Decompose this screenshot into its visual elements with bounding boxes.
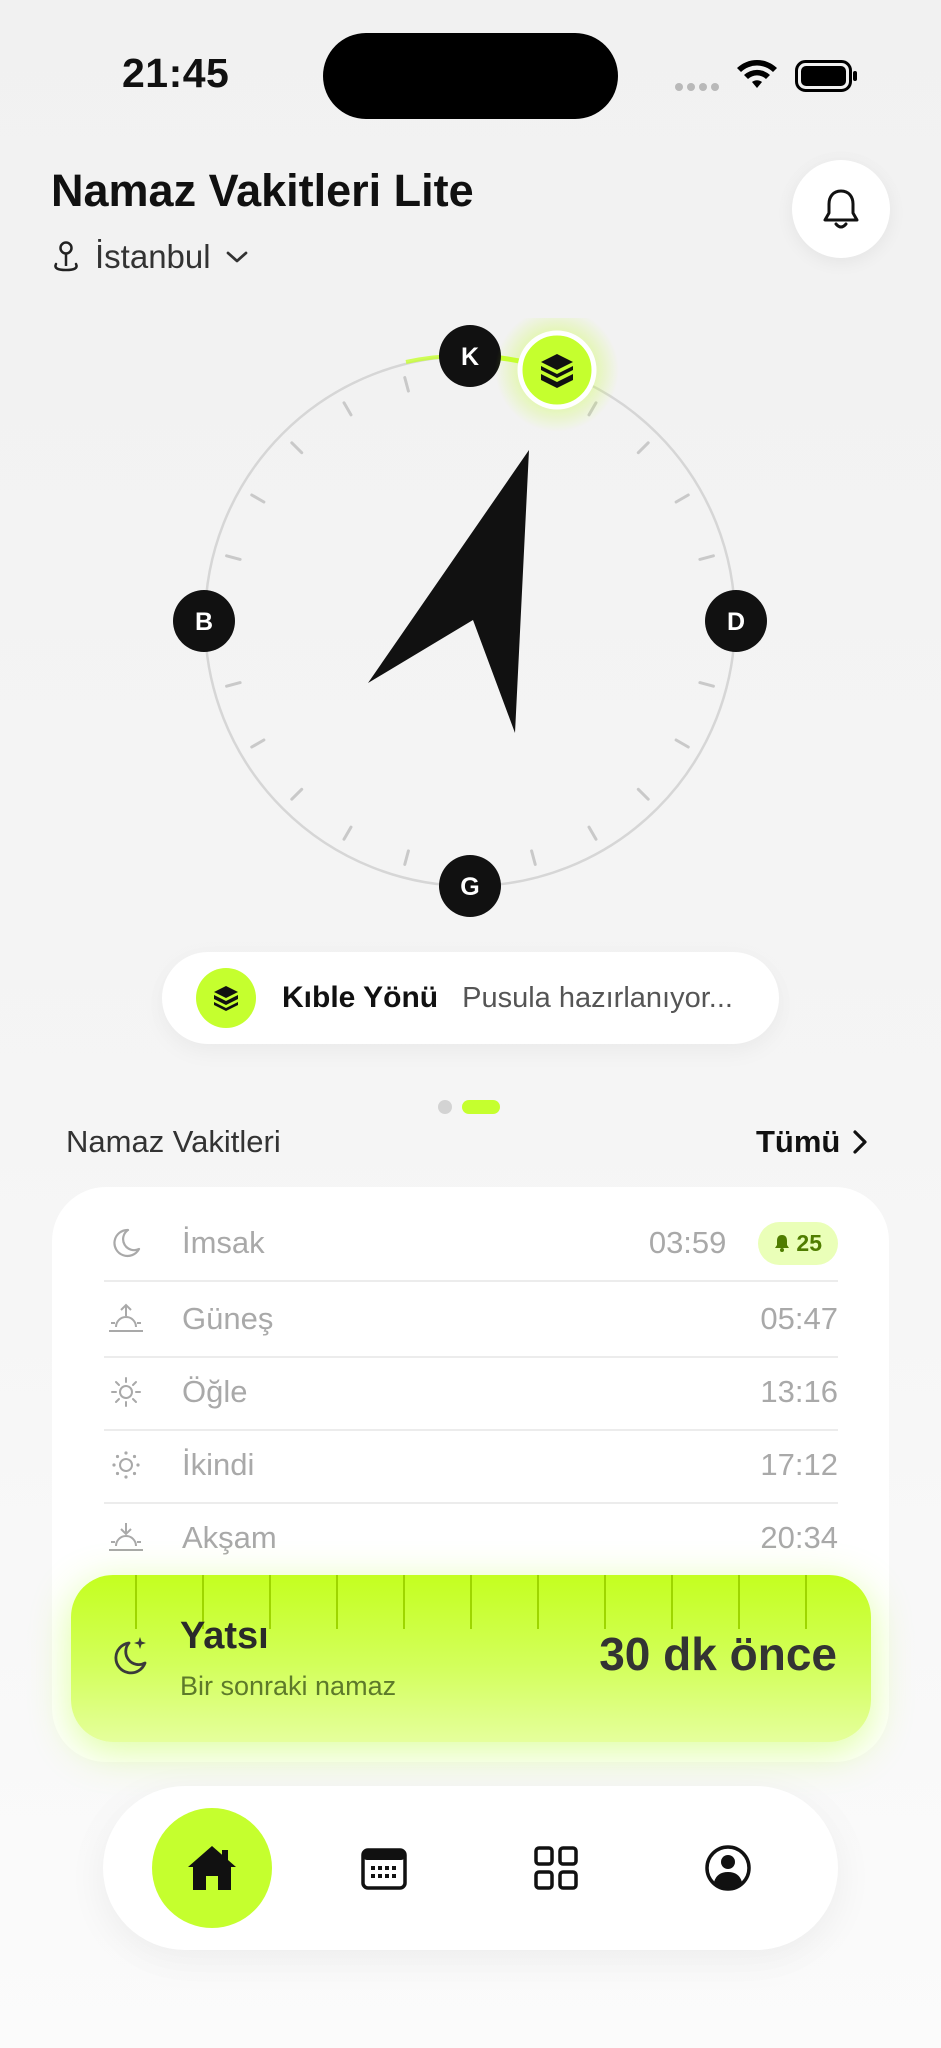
compass-tick <box>636 441 650 455</box>
location-pin-icon <box>54 241 78 272</box>
next-prayer-name: Yatsı <box>180 1615 269 1657</box>
bell-small-icon <box>775 1235 790 1252</box>
prayer-row-gunes[interactable]: Güneş 05:47 <box>104 1282 838 1358</box>
qibla-status-pill: Kıble Yönü Pusula hazırlanıyor... <box>162 952 779 1044</box>
tab-calendar[interactable] <box>324 1808 444 1928</box>
compass-tick <box>403 849 410 866</box>
app-title: Namaz Vakitleri Lite <box>51 165 474 216</box>
page-dot[interactable] <box>438 1100 452 1114</box>
next-prayer-card[interactable]: Yatsı Bir sonraki namaz 30 dk önce <box>71 1575 871 1742</box>
qibla-compass: K G D B <box>173 318 767 917</box>
compass-tick <box>290 441 304 455</box>
kaaba-icon <box>495 318 619 432</box>
compass-tick <box>403 376 410 393</box>
compass-tick <box>698 554 715 561</box>
compass-tick <box>250 493 266 504</box>
dynamic-island <box>323 33 618 119</box>
tab-home[interactable] <box>152 1808 272 1928</box>
qibla-label: Kıble Yönü <box>282 981 439 1014</box>
direction-west: B <box>173 590 235 652</box>
see-all-link[interactable]: Tümü <box>756 1124 868 1160</box>
compass-tick <box>530 849 537 866</box>
prayer-row-imsak[interactable]: İmsak 03:59 25 <box>104 1206 838 1282</box>
sun-icon <box>104 1374 148 1410</box>
signal-dots-icon <box>675 83 719 91</box>
svg-text:G: G <box>460 873 479 901</box>
compass-tick <box>674 738 690 749</box>
reminder-minutes: 25 <box>796 1229 822 1256</box>
tab-grid[interactable] <box>496 1808 616 1928</box>
wifi-icon <box>737 60 777 88</box>
compass-needle <box>368 450 529 733</box>
profile-icon <box>705 1845 751 1891</box>
prayer-row-aksam[interactable]: Akşam 20:34 <box>104 1501 838 1575</box>
sunset-icon <box>104 1520 148 1556</box>
direction-east: D <box>705 590 767 652</box>
compass-tick <box>674 493 690 504</box>
page-indicator[interactable] <box>438 1100 500 1114</box>
svg-text:K: K <box>461 343 479 371</box>
status-time: 21:45 <box>122 50 230 96</box>
chevron-down-icon <box>226 251 247 263</box>
prayer-row-ikindi[interactable]: İkindi 17:12 <box>104 1428 838 1504</box>
prayer-name: İkindi <box>182 1447 255 1482</box>
compass-tick <box>225 554 242 561</box>
moon-stars-icon <box>114 1637 147 1675</box>
svg-text:D: D <box>727 608 745 636</box>
prayer-time: 17:12 <box>760 1447 838 1482</box>
prayer-time: 13:16 <box>760 1374 838 1409</box>
prayer-row-ogle[interactable]: Öğle 13:16 <box>104 1355 838 1431</box>
prayer-name: İmsak <box>182 1225 265 1260</box>
kaaba-icon <box>196 968 256 1028</box>
direction-south: G <box>439 855 501 917</box>
bottom-tab-bar <box>103 1786 838 1950</box>
page-dot-active[interactable] <box>462 1100 500 1114</box>
svg-text:B: B <box>195 608 213 636</box>
sun-small-icon <box>104 1447 148 1483</box>
location-label: İstanbul <box>95 238 211 275</box>
prayer-time: 03:59 <box>648 1225 727 1260</box>
location-selector[interactable]: İstanbul <box>51 238 249 276</box>
moon-icon <box>104 1225 148 1261</box>
compass-tick <box>636 787 650 801</box>
compass-tick <box>342 401 353 417</box>
next-prayer-subtitle: Bir sonraki namaz <box>180 1671 397 1701</box>
notifications-button[interactable] <box>792 160 890 258</box>
prayer-times-title: Namaz Vakitleri <box>66 1124 281 1159</box>
see-all-label: Tümü <box>756 1124 841 1159</box>
compass-tick <box>342 825 353 841</box>
compass-tick <box>250 738 266 749</box>
qibla-status-text: Pusula hazırlanıyor... <box>462 981 733 1014</box>
prayer-name: Güneş <box>182 1301 274 1336</box>
reminder-badge[interactable]: 25 <box>758 1221 838 1265</box>
chevron-right-icon <box>853 1130 867 1154</box>
tab-profile[interactable] <box>668 1808 788 1928</box>
compass-tick <box>587 825 598 841</box>
compass-tick <box>225 681 242 688</box>
battery-icon <box>795 60 857 92</box>
prayer-time: 20:34 <box>760 1520 838 1555</box>
compass-tick <box>698 681 715 688</box>
direction-north: K <box>439 325 501 387</box>
sunrise-icon <box>104 1301 148 1337</box>
prayer-time: 05:47 <box>760 1301 838 1336</box>
next-prayer-countdown: 30 dk önce <box>599 1628 837 1680</box>
compass-tick <box>290 787 304 801</box>
prayer-name: Öğle <box>182 1374 248 1409</box>
home-icon <box>188 1846 236 1890</box>
grid-icon <box>534 1846 578 1890</box>
bell-icon <box>823 189 859 229</box>
calendar-icon <box>361 1848 407 1890</box>
prayer-name: Akşam <box>182 1520 277 1555</box>
